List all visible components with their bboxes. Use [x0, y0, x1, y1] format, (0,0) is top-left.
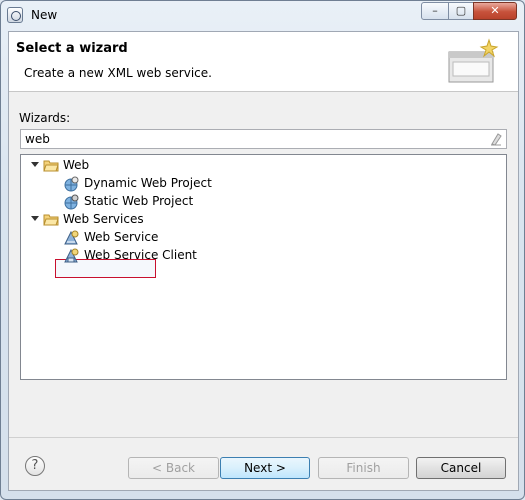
clear-filter-icon[interactable]	[489, 132, 503, 146]
filter-value: web	[25, 132, 50, 146]
expand-arrow-icon[interactable]	[31, 216, 39, 221]
web-service-client-icon	[64, 248, 79, 263]
help-button[interactable]: ?	[25, 456, 45, 476]
window-title: New	[31, 8, 58, 22]
banner-description: Create a new XML web service.	[24, 66, 212, 80]
tree-node-label: Web	[63, 158, 90, 172]
web-service-icon	[64, 230, 79, 245]
cancel-button[interactable]: Cancel	[416, 457, 506, 479]
wizard-filter-input[interactable]: web	[20, 129, 507, 149]
wizards-label: Wizards:	[19, 111, 71, 125]
folder-open-icon	[43, 214, 59, 226]
tree-item-label: Web Service Client	[84, 248, 197, 262]
dialog-content: Select a wizard Create a new XML web ser…	[8, 31, 519, 491]
finish-button[interactable]: Finish	[318, 457, 409, 479]
tree-item-label: Web Service	[84, 230, 159, 244]
maximize-button[interactable]: ▢	[448, 2, 474, 20]
back-button[interactable]: < Back	[128, 457, 219, 479]
wizard-tree[interactable]: Web Dynamic Web Project Static Web Proje…	[20, 154, 507, 380]
next-button[interactable]: Next >	[220, 457, 310, 479]
tree-item-label: Static Web Project	[84, 194, 194, 208]
banner-title: Select a wizard	[16, 41, 128, 56]
eclipse-app-icon	[7, 7, 23, 23]
tree-node-label: Web Services	[63, 212, 144, 226]
tree-node-web-services[interactable]: Web Services	[31, 211, 171, 229]
tree-item-web-service[interactable]: Web Service	[63, 229, 163, 247]
close-button[interactable]: ✕	[473, 2, 517, 20]
expand-arrow-icon[interactable]	[31, 162, 39, 167]
dynamic-web-project-icon	[64, 176, 79, 192]
tree-item-static-web-project[interactable]: Static Web Project	[63, 193, 223, 211]
button-bar-divider	[9, 437, 518, 438]
title-bar: New – ▢ ✕	[1, 1, 524, 31]
new-wizard-window: New – ▢ ✕ Select a wizard Create a new X…	[0, 0, 525, 500]
folder-open-icon	[43, 160, 59, 172]
static-web-project-icon	[64, 194, 79, 210]
tree-node-web[interactable]: Web	[31, 157, 151, 175]
tree-item-label: Dynamic Web Project	[84, 176, 212, 190]
new-wizard-graphic-icon	[448, 38, 499, 83]
wizard-banner: Select a wizard Create a new XML web ser…	[9, 32, 518, 92]
minimize-button[interactable]: –	[421, 2, 449, 20]
tree-item-web-service-client[interactable]: Web Service Client	[63, 247, 223, 265]
tree-item-dynamic-web-project[interactable]: Dynamic Web Project	[63, 175, 223, 193]
